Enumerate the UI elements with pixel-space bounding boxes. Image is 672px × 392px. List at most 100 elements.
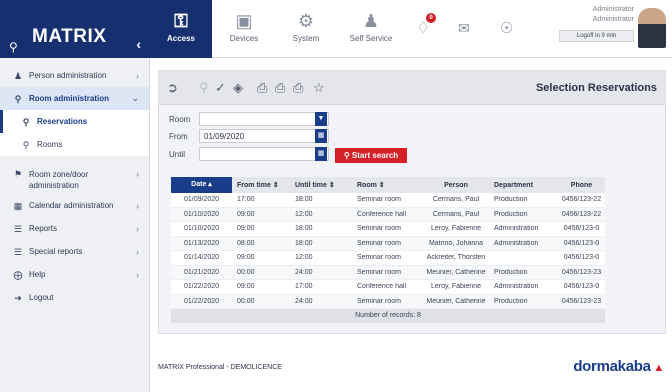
list-icon: ☰ [13, 246, 23, 257]
cell-department: Production [494, 297, 528, 305]
cell-room: Conference hall [357, 283, 407, 291]
chevron-right-icon: › [136, 70, 139, 81]
brand-logo: dormakaba ▲ [573, 358, 664, 375]
cell-from-time: 17:00 [237, 196, 255, 204]
mail-icon[interactable]: ✉ [458, 20, 470, 37]
table-row[interactable]: 01/14/2020 09:00 12:00 Seminar room Ackreite… [171, 251, 605, 266]
table-row[interactable]: 01/22/2020 09:00 17:00 Conference hall Leroy… [171, 280, 605, 295]
module-tab-devices[interactable]: ▣ Devices [216, 0, 272, 58]
calendar-icon[interactable]: ▦ [315, 129, 327, 143]
exit-icon[interactable]: ➲ [167, 80, 178, 96]
cell-date: 01/10/2020 [183, 225, 220, 233]
record-count: Number of records: 8 [171, 309, 605, 323]
column-header-department[interactable]: Department [489, 182, 553, 189]
sidebar-item-reports[interactable]: ☰ Reports › [0, 217, 149, 240]
cell-room: Seminar room [357, 297, 401, 305]
sidebar-item-logout[interactable]: ➜ Logout [0, 286, 149, 309]
from-date-field[interactable]: 01/09/2020 [199, 129, 329, 143]
star-icon[interactable]: ☆ [313, 80, 325, 96]
sidebar-item-rooms[interactable]: ⚲ Rooms [0, 133, 149, 156]
cell-phone: 0456/123-0 [563, 254, 600, 262]
sidebar-item-person-administration[interactable]: ♟ Person administration › [0, 64, 149, 87]
sidebar-item-help[interactable]: ⨁ Help › [0, 263, 149, 286]
list-icon: ☰ [13, 223, 23, 234]
chevron-down-icon[interactable]: ▼ [315, 112, 327, 126]
table-body: 01/09/2020 17:00 18:00 Seminar room Cermans,… [171, 193, 605, 309]
cell-phone: 0456/123-0 [563, 239, 600, 247]
cell-from-time: 08:00 [237, 239, 255, 247]
app: ⚲ MATRIX ‹ ♟ Person administration › ⚲ Room… [0, 0, 672, 392]
module-tab-access[interactable]: ⚿ Access [150, 0, 212, 58]
sidebar-item-room-zone-door-administration[interactable]: ⚑ Room zone/door administration › [0, 164, 149, 194]
cell-phone: 0456/123-22 [561, 210, 602, 218]
sidebar-item-special-reports[interactable]: ☰ Special reports › [0, 240, 149, 263]
cell-room: Seminar room [357, 225, 401, 233]
cell-person: Meunier, Catherine [426, 268, 486, 276]
table-row[interactable]: 01/21/2020 00:00 24:00 Seminar room Meunier,… [171, 265, 605, 280]
cell-until-time: 12:00 [295, 254, 313, 262]
user-role: Administrator [592, 16, 634, 23]
collapse-sidebar-icon[interactable]: ‹ [136, 36, 141, 52]
cell-person: Cermans, Paul [432, 196, 480, 204]
search-icon[interactable]: ⚲ [199, 80, 209, 96]
cell-phone: 0456/123-0 [563, 283, 600, 291]
cell-until-time: 17:00 [295, 283, 313, 291]
sidebar-item-room-administration[interactable]: ⚲ Room administration ⌄ [0, 87, 149, 110]
cell-from-time: 09:00 [237, 254, 255, 262]
table-row[interactable]: 01/09/2020 17:00 18:00 Seminar room Cermans,… [171, 193, 605, 208]
column-header-phone[interactable]: Phone [553, 182, 605, 189]
key-icon: ⚿ [174, 11, 188, 31]
search-icon[interactable]: ⚲ [9, 40, 18, 54]
print-icon[interactable]: ⎙ [257, 80, 267, 96]
sidebar-item-label: Room administration [29, 94, 110, 103]
column-header-person[interactable]: Person [418, 182, 489, 189]
table-row[interactable]: 01/10/2020 09:00 12:00 Conference hall Cerma… [171, 207, 605, 222]
cell-from-time: 00:00 [237, 268, 255, 276]
room-field[interactable] [199, 112, 329, 126]
print-preview-icon[interactable]: ⎙ [275, 80, 285, 96]
room-search-icon: ⚲ [14, 93, 22, 104]
sidebar-item-label: Rooms [37, 140, 63, 149]
cell-room: Seminar room [357, 254, 401, 262]
cell-department: Administration [494, 239, 539, 247]
sidebar-item-label: Logout [29, 293, 54, 302]
app-title: MATRIX [32, 26, 107, 47]
cell-date: 01/14/2020 [183, 254, 220, 262]
export-icon[interactable]: ⎙ [293, 80, 303, 96]
notification-badge: 0 [426, 13, 436, 23]
module-label: Access [166, 34, 196, 43]
toolbar: ➲ ⚲ ✓ ◈ ⎙ ⎙ ⎙ ☆ Selection Reservations [159, 71, 665, 105]
module-tab-self-service[interactable]: ♟ Self Service [338, 0, 404, 58]
table-row[interactable]: 01/22/2020 00:00 24:00 Seminar room Meunier,… [171, 294, 605, 309]
sidebar-item-label: Room zone/door administration [29, 170, 89, 190]
column-header-until-time[interactable]: Until time ⇕ [290, 181, 352, 189]
until-date-field[interactable] [199, 147, 329, 161]
cell-room: Conference hall [357, 210, 407, 218]
module-label: Devices [229, 34, 259, 43]
start-search-button[interactable]: ⚲ Start search [335, 148, 407, 163]
sidebar-item-calendar-administration[interactable]: ▦ Calendar administration › [0, 194, 149, 217]
cell-date: 01/13/2020 [183, 239, 220, 247]
support-icon[interactable]: ☉ [500, 19, 513, 37]
app-header-logo: ⚲ MATRIX ‹ [0, 0, 150, 58]
calendar-icon[interactable]: ▦ [315, 147, 327, 161]
cell-until-time: 18:00 [295, 239, 313, 247]
calendar-icon: ▦ [13, 200, 23, 211]
cell-from-time: 09:00 [237, 225, 255, 233]
column-header-room[interactable]: Room ⇕ [352, 181, 418, 189]
table-row[interactable]: 01/10/2020 09:00 18:00 Seminar room Leroy, F… [171, 222, 605, 237]
filter-off-icon[interactable]: ✓ [215, 80, 226, 96]
cell-from-time: 09:00 [237, 210, 255, 218]
column-header-from-time[interactable]: From time ⇕ [232, 181, 290, 189]
sidebar-item-reservations[interactable]: ⚲ Reservations [0, 110, 149, 133]
cell-room: Seminar room [357, 268, 401, 276]
logoff-button[interactable]: Logoff in 9 min [559, 30, 634, 42]
cell-from-time: 09:00 [237, 283, 255, 291]
eraser-icon[interactable]: ◈ [233, 80, 243, 96]
module-tab-system[interactable]: ⚙ System [278, 0, 334, 58]
table-row[interactable]: 01/13/2020 08:00 18:00 Seminar room Matrino,… [171, 236, 605, 251]
until-label: Until [169, 150, 186, 159]
cell-person: Meunier, Catherine [426, 297, 486, 305]
avatar[interactable] [638, 8, 666, 48]
column-header-date[interactable]: Date ▴ [171, 177, 232, 193]
